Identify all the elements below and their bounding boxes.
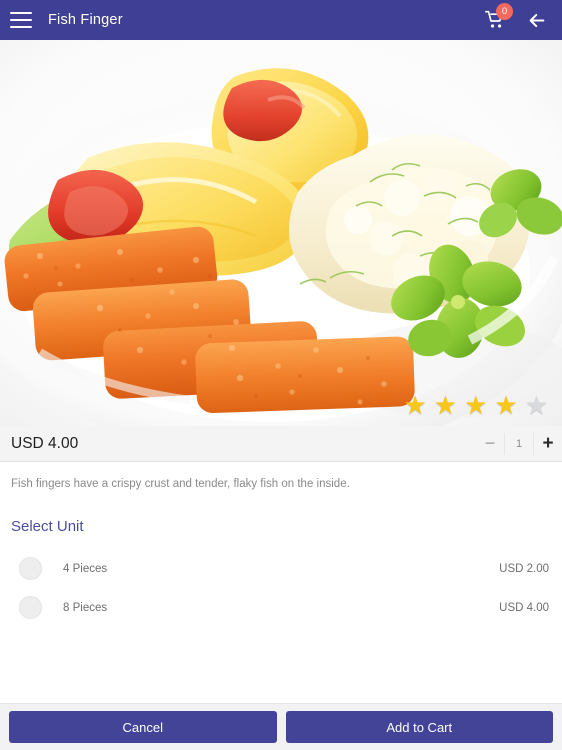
radio-icon-8-pieces[interactable] bbox=[19, 596, 42, 620]
unit-options-list: 4 Pieces USD 2.00 8 Pieces USD 4.00 bbox=[0, 549, 562, 627]
product-image: ★ ★ ★ ★ ★ bbox=[0, 40, 562, 426]
product-description: Fish fingers have a crispy crust and ten… bbox=[11, 478, 350, 490]
hamburger-line bbox=[10, 12, 32, 14]
hamburger-line bbox=[10, 19, 32, 21]
unit-label: 8 Pieces bbox=[63, 601, 108, 614]
radio-icon-4-pieces[interactable] bbox=[19, 557, 42, 581]
cart-button[interactable]: 0 bbox=[480, 3, 513, 34]
cancel-button[interactable]: Cancel bbox=[9, 711, 277, 743]
action-bar: Cancel Add to Cart bbox=[0, 703, 562, 750]
unit-label: 4 Pieces bbox=[63, 562, 108, 575]
select-unit-heading: Select Unit bbox=[11, 518, 84, 536]
product-photo-illustration bbox=[0, 40, 562, 426]
quantity-stepper: − 1 + bbox=[476, 426, 562, 462]
back-arrow-icon bbox=[529, 13, 545, 27]
quantity-value[interactable]: 1 bbox=[504, 432, 534, 455]
hamburger-line bbox=[10, 26, 32, 28]
product-detail-screen: Fish Finger 0 ★ ★ ★ ★ ★ USD 4.00 − 1 + F… bbox=[0, 0, 562, 750]
unit-option-4-pieces[interactable]: 4 Pieces USD 2.00 bbox=[0, 549, 562, 588]
unit-option-8-pieces[interactable]: 8 Pieces USD 4.00 bbox=[0, 588, 562, 627]
add-to-cart-button[interactable]: Add to Cart bbox=[285, 711, 553, 743]
star-icon-4[interactable]: ★ bbox=[494, 392, 517, 418]
unit-price: USD 2.00 bbox=[499, 562, 549, 575]
star-icon-2[interactable]: ★ bbox=[434, 392, 457, 418]
product-price: USD 4.00 bbox=[11, 434, 79, 452]
decrement-quantity-button[interactable]: − bbox=[476, 426, 504, 462]
app-bar: Fish Finger 0 bbox=[0, 0, 562, 40]
hamburger-menu-icon[interactable] bbox=[10, 12, 32, 28]
content-filler bbox=[0, 627, 562, 703]
back-button[interactable] bbox=[524, 7, 550, 33]
star-rating[interactable]: ★ ★ ★ ★ ★ bbox=[403, 392, 548, 418]
star-icon-3[interactable]: ★ bbox=[464, 392, 487, 418]
star-icon-5[interactable]: ★ bbox=[525, 392, 548, 418]
increment-quantity-button[interactable]: + bbox=[534, 426, 562, 462]
unit-price: USD 4.00 bbox=[499, 601, 549, 614]
star-icon-1[interactable]: ★ bbox=[403, 392, 426, 418]
price-bar: USD 4.00 − 1 + bbox=[0, 426, 562, 462]
page-title: Fish Finger bbox=[48, 12, 123, 28]
cart-badge-count: 0 bbox=[496, 3, 513, 20]
